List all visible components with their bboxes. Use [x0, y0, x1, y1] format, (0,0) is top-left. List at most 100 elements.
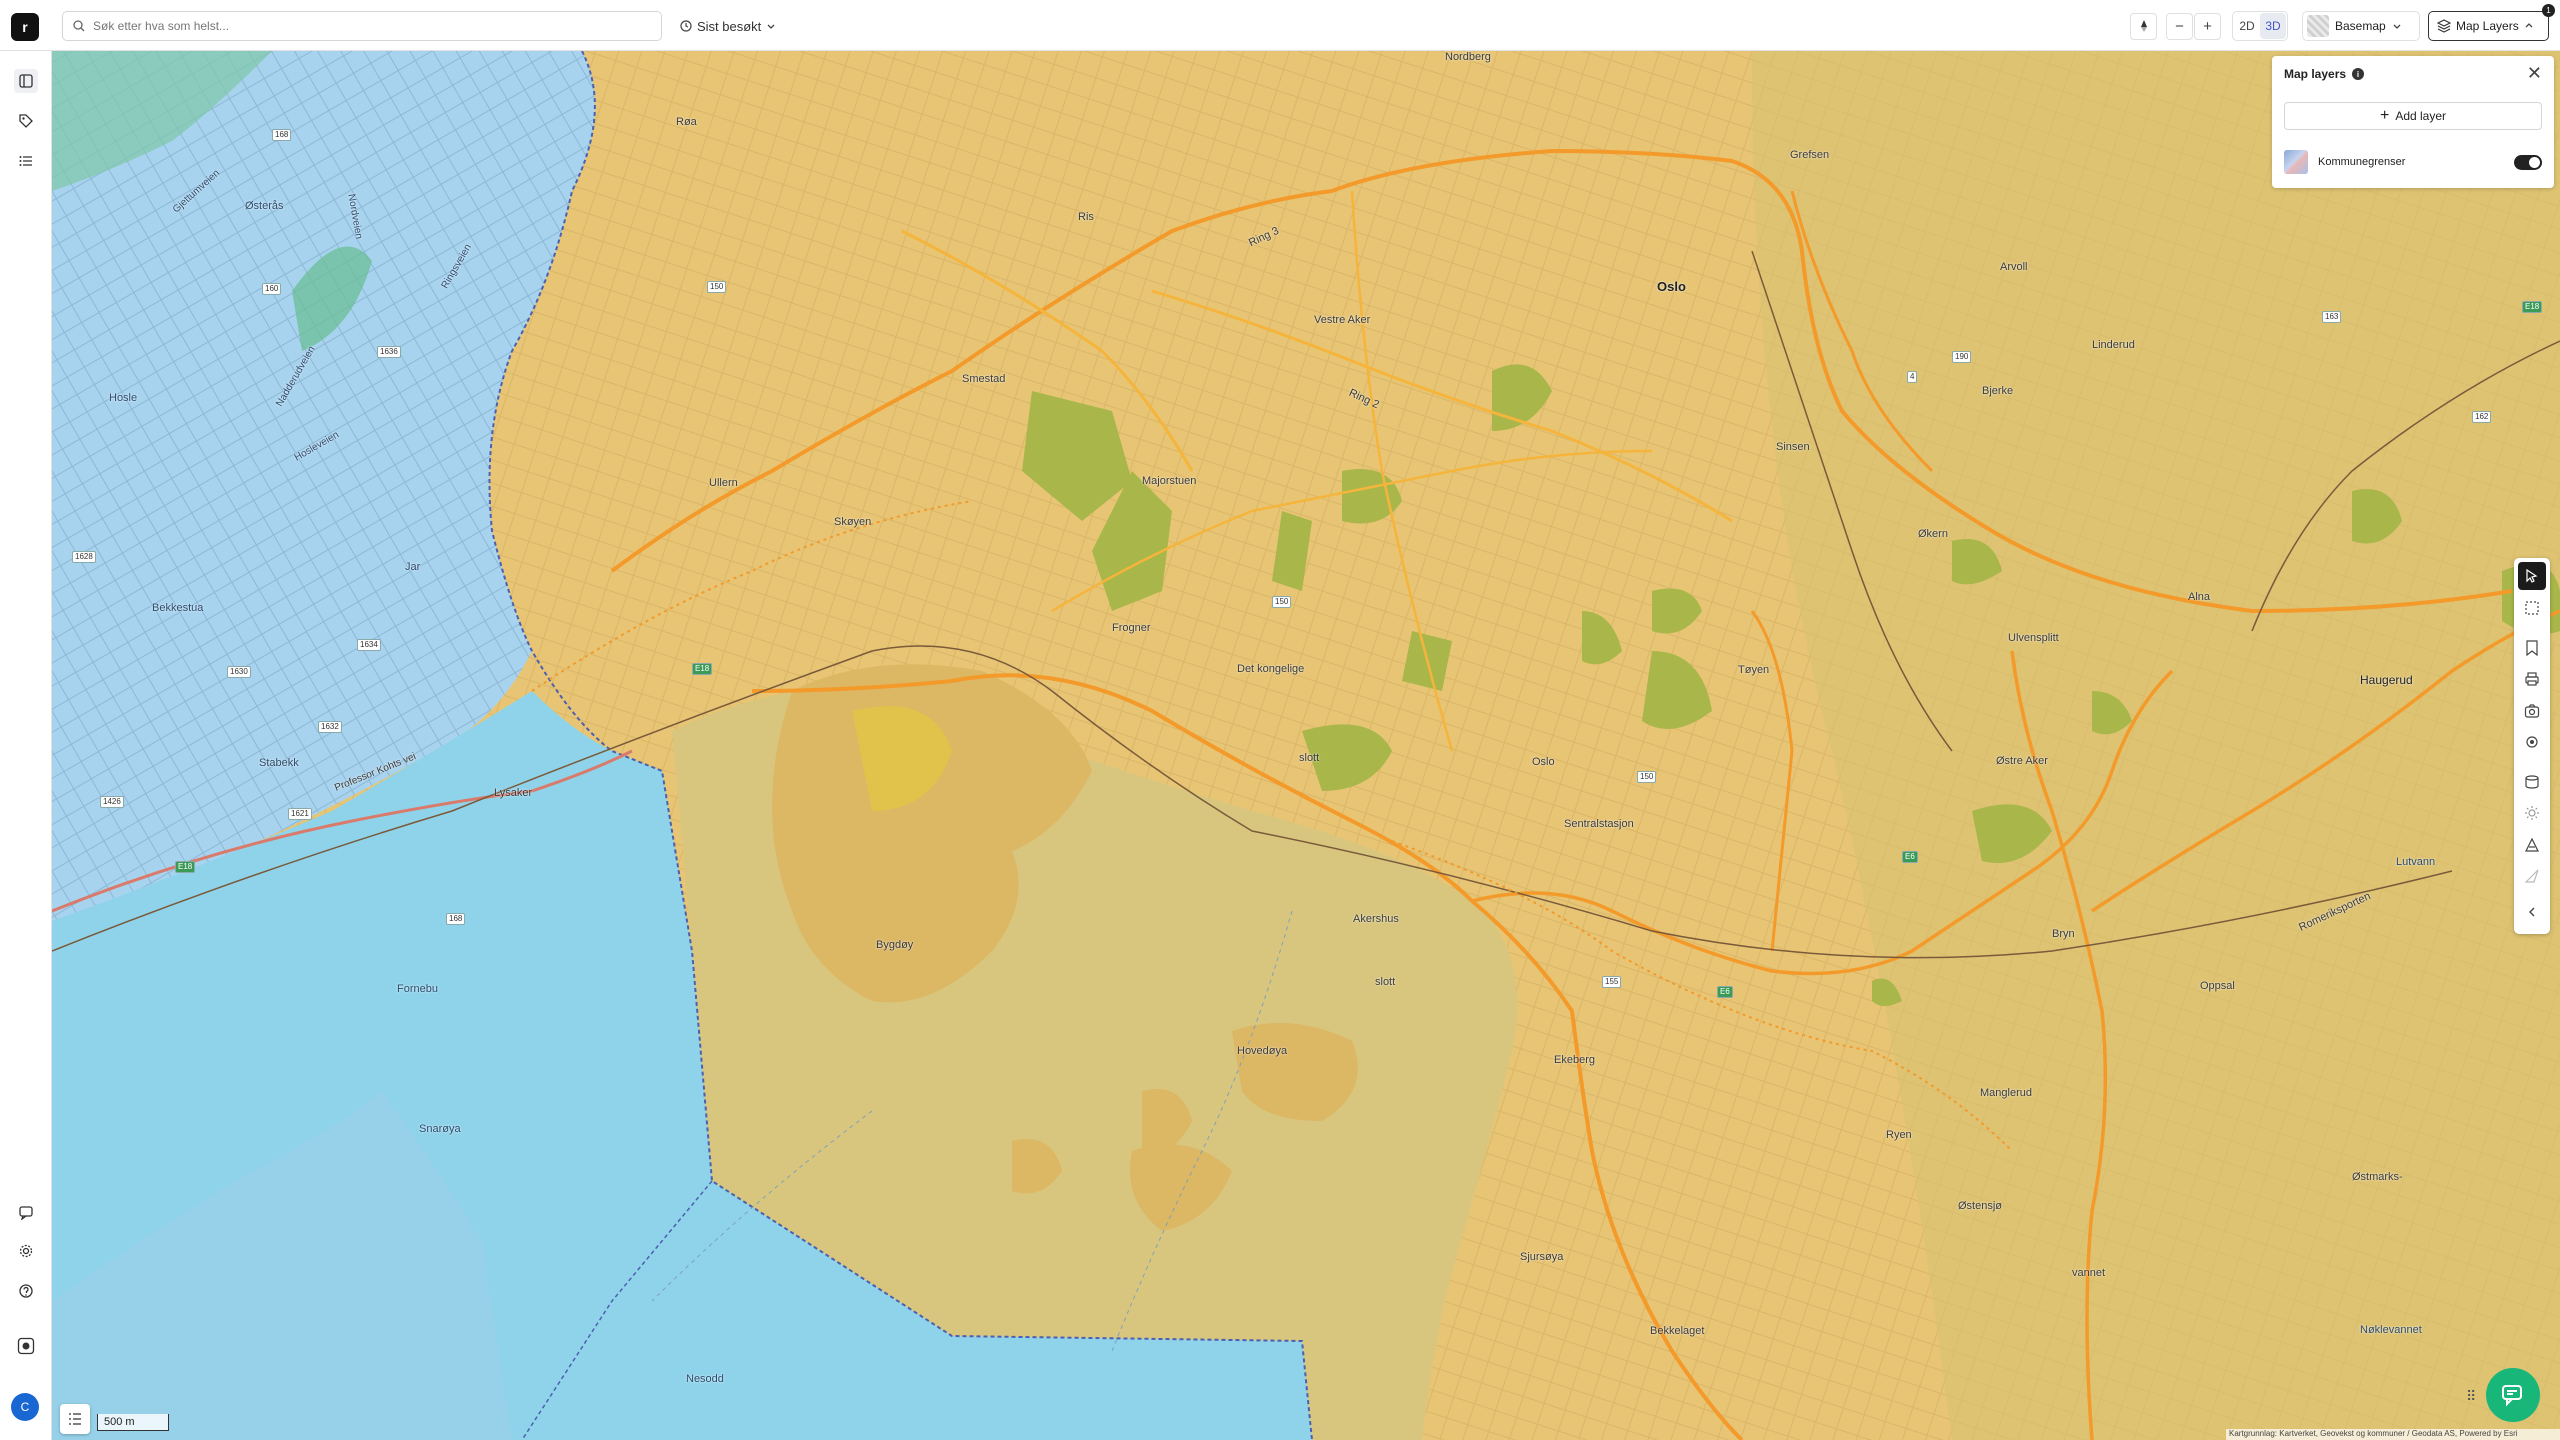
chevron-down-icon	[2393, 24, 2401, 29]
app-logo[interactable]: r	[11, 13, 39, 41]
info-icon[interactable]: i	[2352, 68, 2365, 80]
storage-button[interactable]	[2518, 768, 2546, 796]
place-label: Sentralstasjon	[1564, 818, 1634, 830]
place-label: Ullern	[709, 477, 738, 489]
cursor-icon	[2526, 569, 2538, 583]
feedback-button[interactable]	[14, 1200, 38, 1224]
place-label: Tøyen	[1738, 664, 1770, 676]
tags-button[interactable]	[14, 109, 38, 133]
view-mode-toggle: 2D 3D	[2232, 11, 2288, 41]
place-label: Oslo	[1532, 756, 1555, 768]
target-icon	[2526, 736, 2538, 748]
legend-button[interactable]	[60, 1404, 90, 1434]
place-label: Stabekk	[259, 757, 299, 769]
printer-icon	[2525, 672, 2539, 686]
map-canvas[interactable]: Nordberg Grefsen Oslo Arvoll Ring 3 Vest…	[52, 51, 2560, 1440]
place-label: Bjerke	[1982, 385, 2014, 397]
zoom-out-button[interactable]: −	[2166, 12, 2193, 40]
camera-icon	[2524, 704, 2540, 718]
chat-button[interactable]	[2486, 1368, 2540, 1422]
chat-icon	[2502, 1385, 2522, 1407]
add-layer-button[interactable]: + Add layer	[2284, 102, 2542, 130]
place-label: Haugerud	[2360, 673, 2413, 687]
drag-handle-icon[interactable]: ⠿	[2466, 1388, 2476, 1405]
view-3d-button[interactable]: 3D	[2260, 13, 2286, 39]
clock-icon	[680, 20, 692, 32]
list-button[interactable]	[14, 149, 38, 173]
compass-icon	[2140, 20, 2147, 32]
place-label: Ulvensplitt	[2008, 632, 2059, 644]
place-label: Akershus	[1353, 913, 1399, 925]
place-label: Ryen	[1886, 1129, 1912, 1141]
database-icon	[2525, 775, 2539, 789]
layer-visibility-toggle[interactable]	[2514, 155, 2542, 170]
road-number-shield: E6	[1717, 986, 1733, 998]
place-label: Bekkelaget	[1650, 1325, 1705, 1337]
measure-button[interactable]	[2518, 831, 2546, 859]
gear-icon	[19, 1244, 33, 1258]
map-attribution: Kartgrunnlag: Kartverket, Geovekst og ko…	[2226, 1429, 2560, 1440]
search-input[interactable]: Søk etter hva som helst...	[62, 11, 662, 41]
settings-button[interactable]	[14, 1239, 38, 1263]
user-avatar[interactable]: C	[11, 1393, 39, 1421]
place-label: Smestad	[962, 373, 1006, 385]
basemap-button[interactable]: Basemap	[2302, 11, 2420, 41]
road-number-shield: 1632	[318, 721, 342, 733]
select-tool-button[interactable]	[2518, 562, 2546, 590]
place-label: Sinsen	[1776, 441, 1810, 453]
road-number-shield: 1634	[357, 639, 381, 651]
zoom-in-button[interactable]: +	[2194, 12, 2221, 40]
place-label: Skøyen	[834, 516, 872, 528]
road-number-shield: 150	[1272, 596, 1292, 608]
slice-button[interactable]	[2518, 862, 2546, 890]
place-label: Bekkestua	[152, 602, 204, 614]
bookmark-icon	[2526, 640, 2538, 656]
view-2d-button[interactable]: 2D	[2234, 13, 2260, 39]
map-view-button[interactable]	[14, 69, 38, 93]
place-label: Majorstuen	[1142, 475, 1197, 487]
place-label: Lysaker	[494, 787, 533, 799]
place-label: Sjursøya	[1520, 1251, 1564, 1263]
place-label: Ris	[1078, 211, 1094, 223]
place-label: slott	[1299, 752, 1320, 764]
plus-icon: +	[2379, 107, 2390, 124]
top-bar: r Søk etter hva som helst... Sist besøkt…	[0, 0, 2560, 51]
map-layers-label: Map Layers	[2456, 19, 2519, 33]
scale-bar: 500 m	[97, 1414, 169, 1431]
chevron-down-icon	[767, 24, 775, 29]
screenshot-button[interactable]	[2518, 697, 2546, 725]
place-label: Hovedøya	[1237, 1045, 1288, 1057]
road-number-shield: 150	[1637, 771, 1657, 783]
place-label: Østerås	[245, 200, 284, 212]
compass-button[interactable]	[2130, 12, 2157, 40]
locate-button[interactable]	[2518, 728, 2546, 756]
print-button[interactable]	[2518, 665, 2546, 693]
tag-icon	[19, 114, 33, 128]
layers-icon	[2437, 19, 2451, 33]
map-layers-button[interactable]: Map Layers	[2428, 11, 2549, 41]
layers-panel-title: Map layers	[2284, 67, 2347, 81]
place-label: Bryn	[2052, 928, 2075, 940]
lighting-button[interactable]	[2518, 799, 2546, 827]
record-button[interactable]	[14, 1334, 38, 1358]
place-label: Frogner	[1112, 622, 1151, 634]
left-sidebar	[0, 51, 52, 1440]
place-label: Østre Aker	[1996, 755, 2048, 767]
close-panel-button[interactable]: ✕	[2527, 63, 2542, 84]
collapse-toolbar-button[interactable]	[2518, 898, 2546, 926]
area-select-button[interactable]	[2518, 594, 2546, 622]
help-icon	[19, 1284, 33, 1298]
road-number-shield: E18	[175, 861, 196, 873]
layer-row[interactable]: Kommunegrenser	[2284, 148, 2542, 176]
recent-dropdown[interactable]: Sist besøkt	[680, 14, 776, 38]
place-label: Alna	[2188, 591, 2211, 603]
bookmark-button[interactable]	[2518, 634, 2546, 662]
road-number-shield: 155	[1602, 976, 1622, 988]
help-button[interactable]	[14, 1279, 38, 1303]
road-number-shield: 1628	[72, 551, 96, 563]
layer-name: Kommunegrenser	[2318, 156, 2406, 168]
triangle-ruler-icon	[2525, 837, 2539, 852]
chevron-up-icon	[2525, 23, 2533, 28]
road-number-shield: 150	[707, 281, 727, 293]
road-number-shield: 168	[272, 129, 292, 141]
